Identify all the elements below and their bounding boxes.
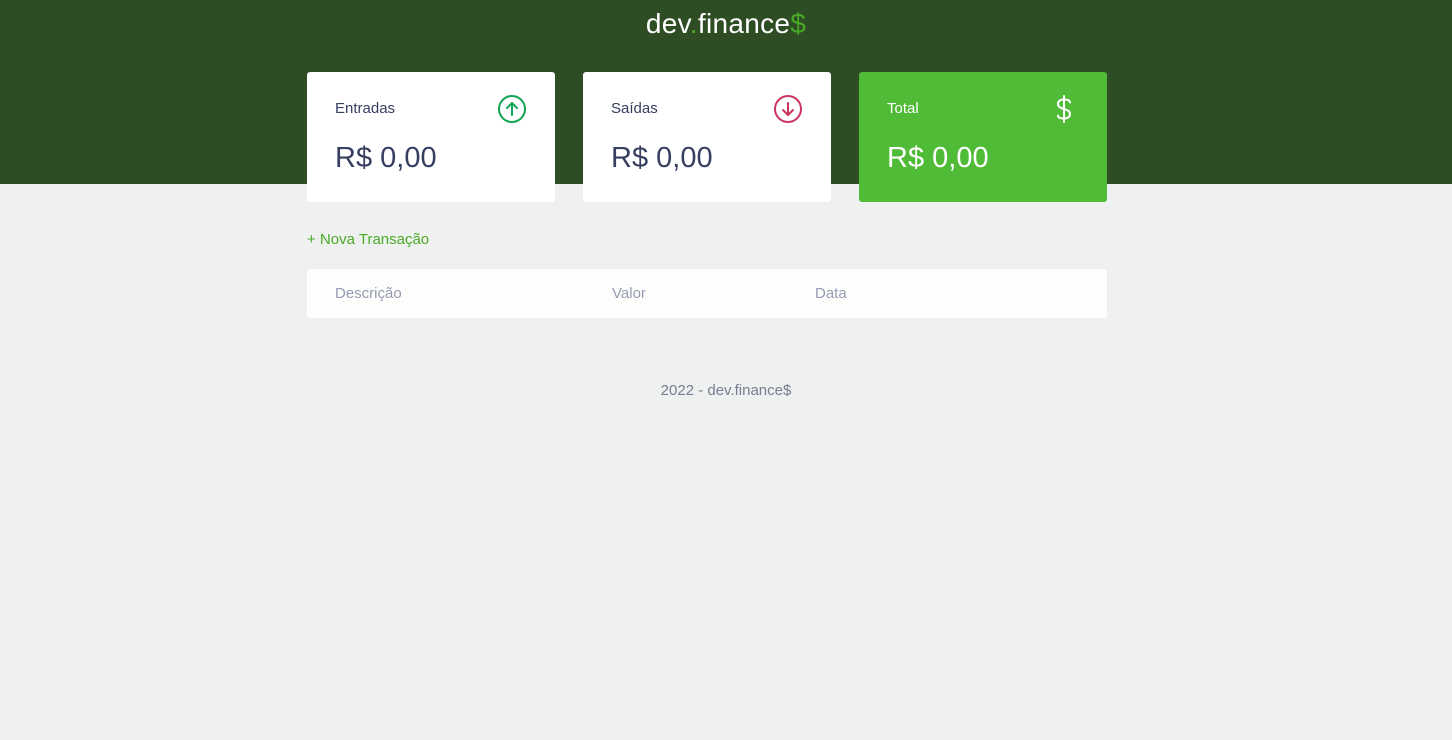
new-transaction-button[interactable]: + Nova Transação: [307, 231, 429, 248]
footer-text: 2022 - dev.finance$: [660, 382, 792, 399]
logo-prefix: dev: [645, 8, 690, 39]
transactions-table-header: Descrição Valor Data: [307, 269, 1107, 318]
column-header-description: Descrição: [335, 285, 402, 302]
arrow-up-circle-icon: [498, 95, 526, 123]
logo: dev.finance$: [0, 8, 1452, 40]
total-card: Total R$ 0,00: [859, 72, 1107, 202]
income-amount: R$ 0,00: [335, 142, 437, 174]
total-amount: R$ 0,00: [887, 142, 989, 174]
total-label: Total: [887, 100, 919, 117]
expense-label: Saídas: [611, 100, 658, 117]
income-label: Entradas: [335, 100, 396, 117]
logo-dot: .: [689, 8, 698, 39]
logo-suffix: $: [790, 8, 807, 39]
dollar-icon: [1056, 95, 1072, 123]
expense-card: Saídas R$ 0,00: [583, 72, 831, 202]
column-header-value: Valor: [612, 285, 646, 302]
expense-amount: R$ 0,00: [611, 142, 713, 174]
logo-main: finance: [697, 8, 791, 39]
income-card: Entradas R$ 0,00: [307, 72, 555, 202]
column-header-date: Data: [815, 285, 847, 302]
arrow-down-circle-icon: [774, 95, 802, 123]
